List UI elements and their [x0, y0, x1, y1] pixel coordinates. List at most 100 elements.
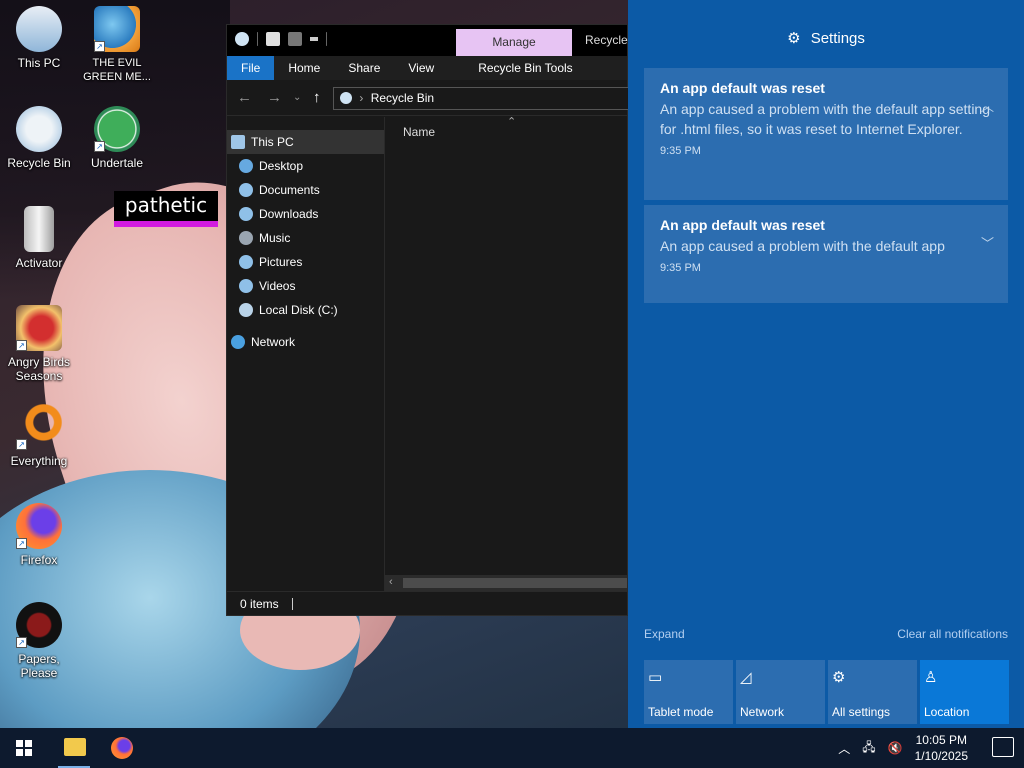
- address-bar[interactable]: › Recycle Bin: [333, 87, 633, 110]
- tab-view[interactable]: View: [394, 56, 448, 80]
- desktop-icon-papers-please[interactable]: ↗ Papers, Please: [0, 602, 78, 680]
- nav-item-documents[interactable]: Documents: [227, 178, 384, 202]
- item-count: 0 items: [240, 597, 279, 611]
- new-folder-icon[interactable]: [288, 32, 302, 46]
- address-bar-row: ← → ⌄ ↑ › Recycle Bin: [227, 80, 633, 116]
- column-header-name[interactable]: Name: [403, 125, 435, 139]
- nav-item-label: Pictures: [259, 255, 303, 269]
- notification-card[interactable]: An app default was reset An app caused a…: [644, 205, 1008, 303]
- quick-action-all-settings[interactable]: ⚙ All settings: [828, 660, 917, 724]
- recent-locations-chevron-icon[interactable]: ⌄: [293, 92, 301, 103]
- nav-item-music[interactable]: Music: [227, 226, 384, 250]
- up-arrow-icon[interactable]: ↑: [313, 89, 321, 106]
- taskbar: ︿ 🖧 🔇 10:05 PM 1/10/2025: [0, 728, 1024, 768]
- notification-body: An app caused a problem with the default…: [660, 238, 945, 254]
- properties-icon[interactable]: [266, 32, 280, 46]
- desktop-icon-recycle-bin[interactable]: Recycle Bin: [0, 106, 78, 170]
- toolbar-divider: [257, 32, 258, 46]
- undertale-icon: ↗: [94, 106, 140, 152]
- recycle-bin-small-icon: [235, 32, 249, 46]
- nav-item-label: Videos: [259, 279, 296, 293]
- desktop-icon-label: THE EVIL GREEN ME...: [83, 57, 151, 83]
- tab-share[interactable]: Share: [334, 56, 394, 80]
- quick-action-label: Location: [924, 705, 970, 719]
- shortcut-arrow-icon: ↗: [16, 439, 27, 450]
- network-globe-icon: [231, 335, 245, 349]
- desktop-icon-firefox[interactable]: ↗ Firefox: [0, 503, 78, 567]
- explorer-titlebar[interactable]: Manage Recycle: [227, 25, 628, 56]
- nav-item-pictures[interactable]: Pictures: [227, 250, 384, 274]
- desktop-icon-activator[interactable]: Activator: [0, 206, 78, 270]
- scrollbar-thumb[interactable]: [403, 578, 627, 588]
- drive-icon: [239, 303, 253, 317]
- show-hidden-icons-chevron-icon[interactable]: ︿: [838, 740, 850, 757]
- tab-home[interactable]: Home: [274, 56, 334, 80]
- angry-birds-icon: ↗: [16, 305, 62, 351]
- back-arrow-icon[interactable]: ←: [237, 89, 252, 106]
- notification-title: An app default was reset: [660, 217, 825, 233]
- network-icon[interactable]: 🖧: [862, 738, 875, 759]
- action-center-links: Expand Clear all notifications: [644, 627, 1008, 641]
- breadcrumb-separator-icon[interactable]: ›: [359, 91, 363, 105]
- forward-arrow-icon[interactable]: →: [267, 89, 282, 106]
- downloads-folder-icon: [239, 207, 253, 221]
- pathetic-overlay-text: pathetic: [114, 191, 218, 227]
- expand-chevron-icon[interactable]: ﹀: [981, 233, 994, 252]
- nav-item-downloads[interactable]: Downloads: [227, 202, 384, 226]
- quick-action-label: Tablet mode: [648, 705, 714, 719]
- tab-file[interactable]: File: [227, 56, 275, 80]
- expand-link[interactable]: Expand: [644, 627, 685, 641]
- file-explorer-window[interactable]: Manage Recycle File Home Share View Recy…: [226, 24, 633, 616]
- file-list-pane[interactable]: ⌃ Name ‹: [385, 116, 627, 591]
- taskbar-file-explorer[interactable]: [50, 728, 98, 768]
- desktop-folder-icon: [239, 159, 253, 173]
- nav-item-local-disk[interactable]: Local Disk (C:): [227, 298, 384, 322]
- nav-item-network[interactable]: Network: [227, 330, 384, 354]
- computer-icon: [231, 135, 245, 149]
- network-icon: ◿: [740, 669, 752, 686]
- action-center-panel: ⚙ Settings An app default was reset An a…: [628, 0, 1024, 728]
- status-bar: 0 items: [227, 591, 627, 615]
- tab-manage[interactable]: Manage: [456, 29, 572, 56]
- desktop-icon-undertale[interactable]: ↗ Undertale: [78, 106, 156, 170]
- desktop-icon-label: Recycle Bin: [7, 156, 71, 170]
- taskbar-firefox[interactable]: [98, 728, 146, 768]
- gear-icon: ⚙: [832, 669, 846, 686]
- nav-item-label: Network: [251, 335, 296, 349]
- volume-muted-icon[interactable]: 🔇: [888, 741, 903, 755]
- nav-item-desktop[interactable]: Desktop: [227, 154, 384, 178]
- horizontal-scrollbar[interactable]: ‹: [385, 575, 627, 591]
- computer-icon: [16, 6, 62, 52]
- window-title: Recycle: [585, 33, 628, 47]
- desktop-icon-everything[interactable]: ↗ Everything: [0, 404, 78, 468]
- tab-recycle-bin-tools[interactable]: Recycle Bin Tools: [448, 56, 587, 80]
- desktop-icon-evil-green-me[interactable]: ↗ THE EVIL GREEN ME...: [78, 6, 156, 84]
- clear-all-notifications-link[interactable]: Clear all notifications: [897, 627, 1008, 641]
- shortcut-arrow-icon: ↗: [16, 637, 27, 648]
- start-button[interactable]: [0, 728, 48, 768]
- sort-ascending-icon: ⌃: [507, 116, 517, 128]
- action-center-button[interactable]: [992, 737, 1014, 757]
- action-center-header[interactable]: ⚙ Settings: [628, 29, 1024, 47]
- quick-action-location[interactable]: ♙ Location: [920, 660, 1009, 724]
- shortcut-arrow-icon: ↗: [16, 538, 27, 549]
- settings-link[interactable]: Settings: [811, 30, 865, 47]
- notification-title: An app default was reset: [660, 80, 825, 96]
- collapse-chevron-icon[interactable]: ︿: [981, 96, 994, 115]
- quick-action-tablet-mode[interactable]: ▭ Tablet mode: [644, 660, 733, 724]
- desktop-icon-angry-birds[interactable]: ↗ Angry Birds Seasons: [0, 305, 78, 383]
- scroll-left-icon[interactable]: ‹: [389, 576, 393, 588]
- customize-toolbar-icon[interactable]: [310, 37, 318, 41]
- address-text[interactable]: Recycle Bin: [371, 91, 434, 105]
- recycle-bin-icon: [16, 106, 62, 152]
- shortcut-arrow-icon: ↗: [94, 41, 105, 52]
- nav-item-this-pc[interactable]: This PC: [227, 130, 384, 154]
- taskbar-clock[interactable]: 10:05 PM 1/10/2025: [915, 732, 968, 764]
- quick-action-network[interactable]: ◿ Network: [736, 660, 825, 724]
- videos-folder-icon: [239, 279, 253, 293]
- nav-item-videos[interactable]: Videos: [227, 274, 384, 298]
- nav-item-label: Music: [259, 231, 291, 245]
- shortcut-arrow-icon: ↗: [16, 340, 27, 351]
- desktop-icon-this-pc[interactable]: This PC: [0, 6, 78, 70]
- notification-card[interactable]: An app default was reset An app caused a…: [644, 68, 1008, 200]
